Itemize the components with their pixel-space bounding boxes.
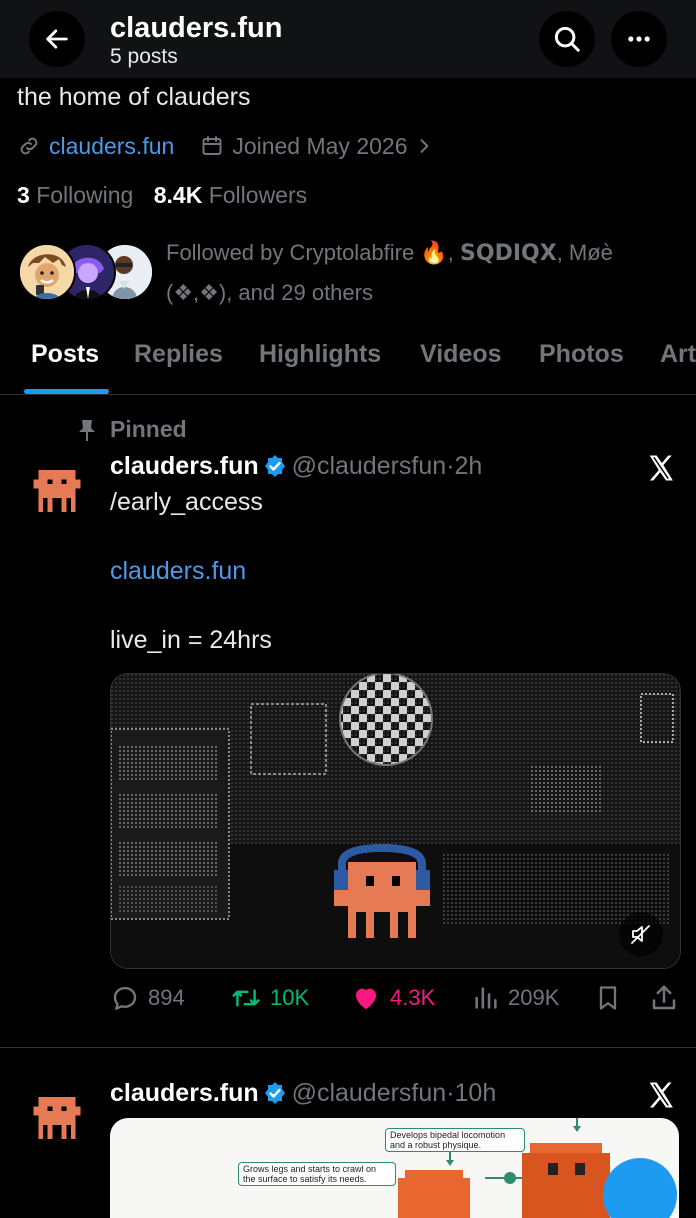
post-divider: [0, 1047, 696, 1048]
like-button[interactable]: 4.3K: [350, 980, 435, 1016]
tab-highlights[interactable]: Highlights: [259, 340, 381, 369]
bookmark-icon[interactable]: [594, 983, 622, 1013]
top-header: clauders.fun 5 posts: [0, 0, 696, 78]
views-count: 209K: [508, 985, 560, 1010]
tab-videos[interactable]: Videos: [420, 340, 502, 369]
reply-icon: [113, 986, 137, 1010]
repost-count: 10K: [270, 985, 310, 1010]
x-logo-icon[interactable]: [646, 1080, 676, 1110]
profile-tabs: Posts Replies Highlights Videos Photos A…: [0, 330, 696, 395]
author-handle[interactable]: @claudersfun: [292, 1079, 447, 1107]
muted-speaker-icon: [631, 925, 650, 944]
post-avatar-1[interactable]: [32, 470, 82, 512]
like-count: 4.3K: [390, 985, 436, 1010]
author-handle[interactable]: @claudersfun: [292, 452, 447, 480]
profile-bio: the home of clauders: [17, 83, 251, 111]
views-button[interactable]: 209K: [472, 980, 559, 1016]
post-image-diagram[interactable]: Develops bipedal locomotion and a robust…: [110, 1118, 679, 1218]
joined-date: Joined May 2026: [232, 132, 408, 159]
fire-emoji: 🔥: [420, 240, 448, 265]
post-avatar-2[interactable]: [32, 1097, 82, 1139]
x-logo-icon[interactable]: [646, 453, 676, 483]
more-icon: [628, 36, 650, 42]
tab-art[interactable]: Art: [660, 340, 696, 369]
mute-button[interactable]: [619, 912, 663, 956]
pinned-label: Pinned: [110, 416, 187, 442]
post-time: 10h: [454, 1079, 497, 1107]
link-icon: [20, 137, 38, 155]
profile-meta: clauders.fun Joined May 2026: [17, 130, 434, 162]
website-link[interactable]: clauders.fun: [49, 133, 174, 160]
post-text-line-1: /early_access: [110, 488, 263, 516]
tab-replies[interactable]: Replies: [134, 340, 223, 369]
search-icon: [554, 26, 580, 52]
views-chart-icon: [475, 987, 497, 1009]
share-icon[interactable]: [649, 983, 679, 1013]
repost-button[interactable]: 10K: [230, 980, 309, 1016]
profile-title: clauders.fun: [110, 12, 283, 44]
post-header-1: clauders.fun @claudersfun·2h: [110, 452, 483, 480]
heart-icon: [356, 988, 376, 1010]
reply-count: 894: [148, 985, 185, 1010]
post-header-2: clauders.fun @claudersfun·10h: [110, 1079, 497, 1107]
post-actions: 894 10K 4.3K 209K: [110, 980, 680, 1016]
post-count: 5 posts: [110, 45, 178, 68]
author-name[interactable]: clauders.fun: [110, 452, 259, 480]
back-button[interactable]: [29, 11, 85, 67]
follow-stats: 3 Following 8.4K Followers: [17, 182, 307, 209]
post-video[interactable]: [110, 673, 681, 969]
tab-photos[interactable]: Photos: [539, 340, 624, 369]
repost-icon: [232, 989, 260, 1007]
evolution-diagram: [398, 1118, 610, 1218]
following-stat[interactable]: 3 Following: [17, 182, 133, 208]
pin-icon: [79, 420, 95, 441]
followed-by-text[interactable]: Followed by Cryptolabfire 🔥, SQDIQX, Møè…: [166, 233, 666, 312]
chevron-right-icon[interactable]: [414, 136, 434, 156]
reply-button[interactable]: 894: [110, 980, 185, 1016]
followers-stat[interactable]: 8.4K Followers: [154, 182, 307, 208]
post-time: 2h: [454, 452, 483, 480]
tab-posts[interactable]: Posts: [31, 340, 99, 369]
verified-badge-icon: [265, 1082, 286, 1104]
calendar-icon: [202, 136, 222, 155]
post-text-line-2: live_in = 24hrs: [110, 626, 272, 654]
author-name[interactable]: clauders.fun: [110, 1079, 259, 1107]
verified-badge-icon: [265, 455, 286, 477]
search-button[interactable]: [539, 11, 595, 67]
back-arrow-icon: [46, 29, 68, 49]
active-tab-indicator: [24, 389, 109, 394]
post-link[interactable]: clauders.fun: [110, 557, 246, 586]
follower-avatar-1[interactable]: [18, 243, 76, 301]
more-button[interactable]: [611, 11, 667, 67]
